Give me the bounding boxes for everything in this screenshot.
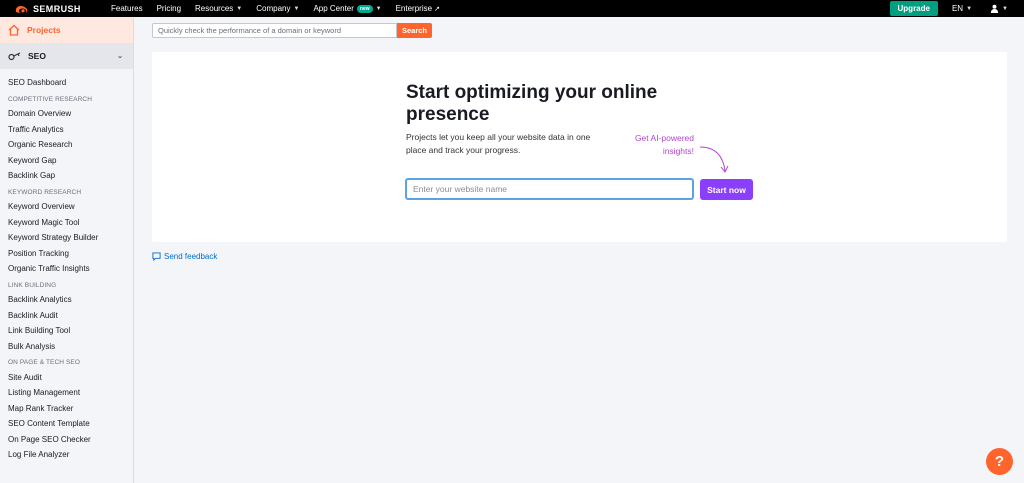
sidebar-section-seo[interactable]: SEO ⌄	[0, 43, 133, 69]
domain-search: Quickly check the performance of a domai…	[152, 23, 433, 38]
sidebar-item-bulk-analysis[interactable]: Bulk Analysis	[8, 339, 98, 355]
nav-company-label: Company	[256, 4, 291, 13]
sidebar-section-heading-on-page-tech-seo: ON PAGE & TECH SEO	[8, 359, 80, 366]
nav-app-center[interactable]: App Center new ▼	[313, 4, 381, 13]
language-label: EN	[951, 4, 964, 13]
projects-onboarding-card: Start optimizing your online presence Pr…	[152, 52, 1007, 242]
ai-insights-note: Get AI-powered insights!	[634, 133, 694, 156]
top-navigation: SEMRUSH Features Pricing Resources ▼ Comp…	[0, 0, 1024, 17]
help-button[interactable]: ?	[986, 448, 1013, 475]
nav-company[interactable]: Company ▼	[256, 4, 299, 13]
sidebar-section-heading-competitive-research: COMPETITIVE RESEARCH	[8, 95, 92, 103]
upgrade-button[interactable]: Upgrade	[889, 1, 938, 16]
chevron-down-icon: ▼	[293, 5, 300, 12]
sidebar-item-on-page-seo-checker[interactable]: On Page SEO Checker	[8, 432, 98, 448]
send-feedback-label: Send feedback	[164, 252, 218, 261]
sidebar-item-domain-overview[interactable]: Domain Overview	[8, 106, 98, 122]
logo-text: SEMRUSH	[33, 3, 81, 14]
home-icon	[8, 24, 20, 36]
chevron-down-icon: ▼	[1002, 5, 1008, 12]
sidebar-section-heading-link-building: LINK BUILDING	[8, 281, 57, 289]
start-now-button[interactable]: Start now	[700, 179, 753, 200]
sidebar: Projects SEO ⌄ SEO Dashboard COMPETITIVE …	[0, 17, 134, 483]
domain-search-input[interactable]: Quickly check the performance of a domai…	[152, 23, 397, 38]
page-title: Start optimizing your online presence	[406, 82, 658, 125]
projects-label: Projects	[27, 25, 61, 35]
sidebar-item-keyword-gap[interactable]: Keyword Gap	[8, 153, 98, 169]
nav-resources-label: Resources	[195, 4, 234, 13]
chevron-down-icon[interactable]: ⌄	[117, 52, 123, 60]
nav-pricing[interactable]: Pricing	[157, 4, 181, 13]
sidebar-item-listing-management[interactable]: Listing Management	[8, 385, 98, 401]
nav-enterprise[interactable]: Enterprise ↗	[396, 4, 440, 13]
language-selector[interactable]: EN ▼	[952, 4, 972, 13]
nav-features[interactable]: Features	[111, 4, 143, 13]
nav-enterprise-label: Enterprise	[395, 4, 433, 13]
sidebar-item-seo-content-template[interactable]: SEO Content Template	[8, 416, 98, 432]
sidebar-item-keyword-overview[interactable]: Keyword Overview	[8, 199, 98, 215]
sidebar-item-backlink-gap[interactable]: Backlink Gap	[8, 168, 98, 184]
website-name-input[interactable]: Enter your website name	[405, 178, 694, 200]
search-button[interactable]: Search	[397, 23, 433, 38]
send-feedback-link[interactable]: Send feedback	[152, 252, 217, 261]
chevron-down-icon: ▼	[375, 5, 382, 12]
seo-keys-icon	[8, 52, 21, 61]
user-icon	[990, 4, 999, 13]
sidebar-section-heading-keyword-research: KEYWORD RESEARCH	[8, 188, 82, 196]
chevron-down-icon: ▼	[966, 5, 973, 12]
external-link-icon: ↗	[434, 5, 440, 13]
nav-resources[interactable]: Resources ▼	[195, 4, 242, 13]
nav-pricing-label: Pricing	[156, 4, 182, 13]
sidebar-item-organic-traffic-insights[interactable]: Organic Traffic Insights	[8, 261, 98, 277]
sidebar-item-organic-research[interactable]: Organic Research	[8, 137, 98, 153]
feedback-icon	[152, 252, 161, 261]
chevron-down-icon: ▼	[236, 5, 243, 12]
sidebar-item-seo-dashboard[interactable]: SEO Dashboard	[8, 75, 98, 91]
sidebar-item-link-building-tool[interactable]: Link Building Tool	[8, 323, 98, 339]
semrush-fire-icon	[15, 5, 28, 13]
sidebar-item-keyword-strategy-builder[interactable]: Keyword Strategy Builder	[8, 230, 98, 246]
seo-label: SEO	[28, 51, 46, 61]
sidebar-item-log-file-analyzer[interactable]: Log File Analyzer	[8, 447, 98, 463]
sidebar-item-backlink-audit[interactable]: Backlink Audit	[8, 308, 98, 324]
sidebar-item-traffic-analytics[interactable]: Traffic Analytics	[8, 122, 98, 138]
sidebar-item-position-tracking[interactable]: Position Tracking	[8, 246, 98, 262]
new-badge: new	[356, 4, 373, 13]
curved-arrow-icon	[699, 146, 729, 173]
nav-app-center-label: App Center	[313, 4, 354, 13]
sidebar-item-backlink-analytics[interactable]: Backlink Analytics	[8, 292, 98, 308]
projects-description: Projects let you keep all your website d…	[406, 132, 591, 155]
user-menu[interactable]: ▼	[990, 4, 1008, 13]
sidebar-item-map-rank-tracker[interactable]: Map Rank Tracker	[8, 401, 98, 417]
nav-features-label: Features	[111, 4, 143, 13]
sidebar-item-keyword-magic-tool[interactable]: Keyword Magic Tool	[8, 215, 98, 231]
sidebar-tool-list: SEO Dashboard COMPETITIVE RESEARCH Domain …	[8, 75, 98, 463]
sidebar-item-site-audit[interactable]: Site Audit	[8, 370, 98, 386]
semrush-logo[interactable]: SEMRUSH	[14, 4, 111, 14]
sidebar-item-projects[interactable]: Projects	[0, 17, 133, 43]
